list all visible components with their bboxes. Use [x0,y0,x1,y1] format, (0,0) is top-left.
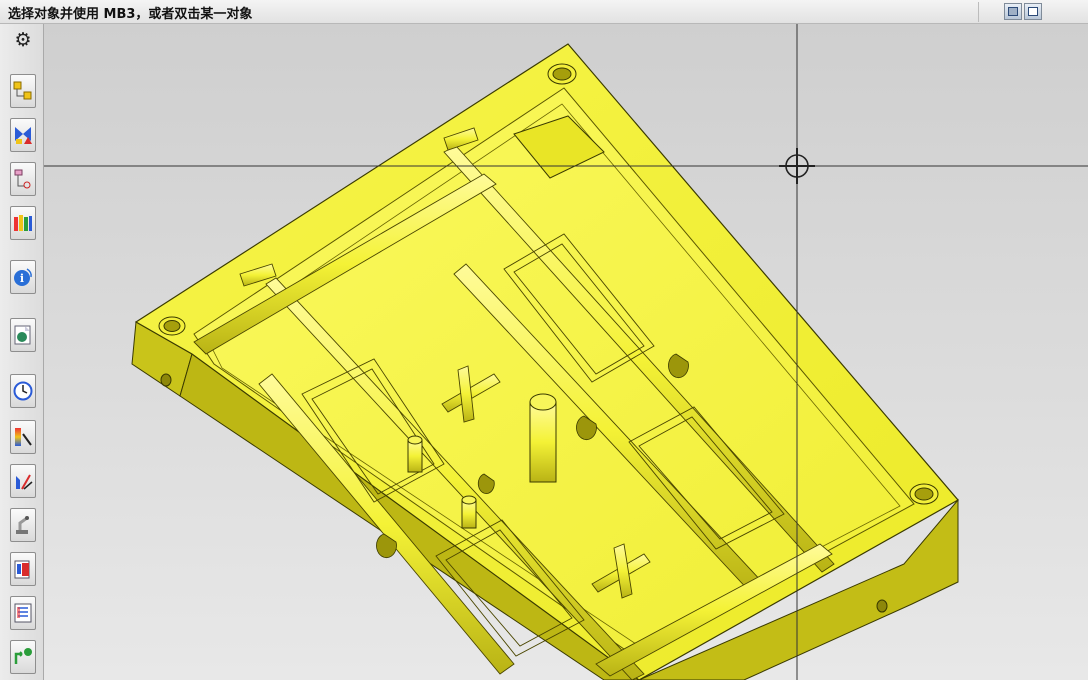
settings-icon[interactable]: ⚙ [11,28,35,52]
window-restore-icon[interactable] [1024,3,1042,20]
status-separator [978,2,979,22]
assembly-navigator-icon[interactable] [10,74,36,108]
data-exchange-icon[interactable] [10,640,36,674]
selection-filter-icon[interactable] [1004,3,1022,20]
status-prompt: 选择对象并使用 MB3，或者双击某一对象 [8,7,253,22]
history-icon[interactable] [10,374,36,408]
manufacturing-wizard-icon[interactable] [10,464,36,498]
roles-icon[interactable] [10,552,36,586]
hd3d-tools-icon[interactable]: i [10,260,36,294]
resource-bar: ⚙ i [0,24,44,680]
crosshair-cursor-icon [779,148,815,184]
constraint-navigator-icon[interactable] [10,118,36,152]
status-bar: 选择对象并使用 MB3，或者双击某一对象 [0,0,1088,24]
graphics-window[interactable] [44,24,1088,680]
reuse-library-icon[interactable] [10,206,36,240]
robot-simulation-icon[interactable] [10,508,36,542]
web-browser-icon[interactable] [10,318,36,352]
mold-plate-model[interactable] [44,24,1088,680]
part-navigator-icon[interactable] [10,162,36,196]
system-materials-icon[interactable] [10,596,36,630]
process-studio-icon[interactable] [10,420,36,454]
svg-text:i: i [20,272,24,285]
